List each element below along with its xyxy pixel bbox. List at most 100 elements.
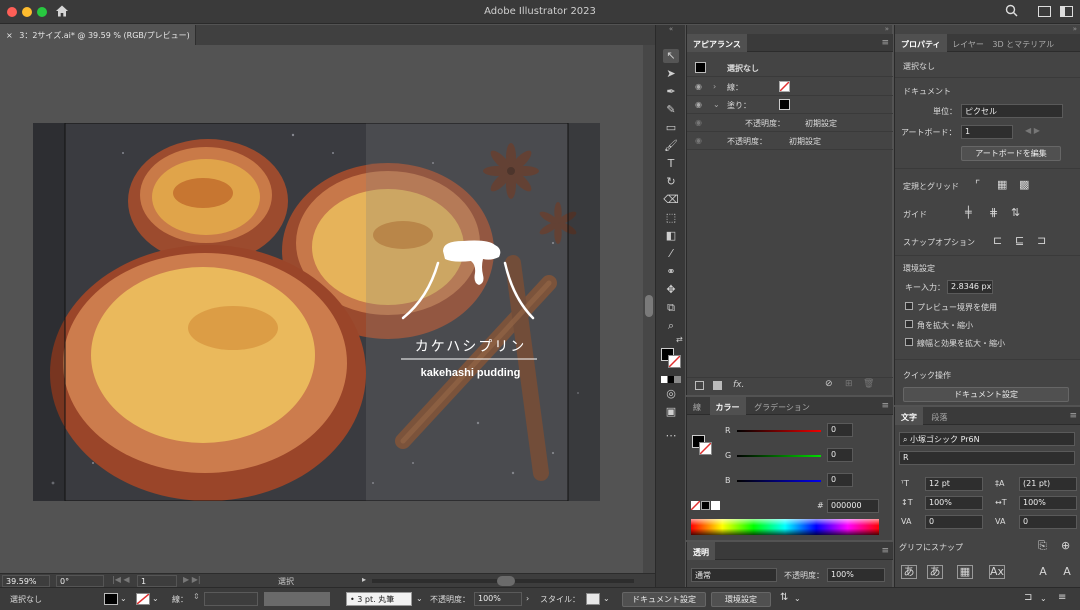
tab-properties[interactable]: プロパティ — [895, 34, 947, 52]
horizontal-scale-input[interactable]: 100% — [1019, 496, 1077, 510]
collapse-arrow-icon[interactable]: ⌄ — [713, 100, 720, 109]
unit-select[interactable]: ピクセル — [961, 104, 1063, 118]
appearance-opacity-row[interactable]: ◉ 不透明度： 初期設定 — [687, 132, 893, 150]
scale-corners-checkbox[interactable] — [905, 320, 913, 328]
scale-strokes-checkbox[interactable] — [905, 338, 913, 346]
g-input[interactable]: 0 — [827, 448, 853, 462]
snap-to-glyph-icon[interactable]: ⊐ — [1037, 234, 1046, 247]
glyph-snap-settings-icon[interactable]: ⎘ — [1038, 539, 1047, 553]
visibility-eye-icon[interactable]: ◉ — [695, 136, 702, 145]
minimize-window-button[interactable] — [22, 7, 32, 17]
tab-transparency[interactable]: 透明 — [687, 542, 715, 560]
expand-arrow-icon[interactable]: › — [713, 82, 716, 91]
type-tool-icon[interactable]: T — [663, 157, 679, 171]
black-swatch[interactable] — [701, 501, 710, 510]
rotate-tool-icon[interactable]: ↻ — [663, 175, 679, 189]
home-icon[interactable] — [55, 4, 69, 18]
appearance-fill-opacity-row[interactable]: ◉ 不透明度： 初期設定 — [687, 114, 893, 132]
color-spectrum[interactable] — [691, 519, 879, 535]
align-to-icon[interactable]: ⇅ — [780, 592, 788, 607]
visibility-eye-icon[interactable]: ◉ — [695, 82, 702, 91]
delete-item-icon[interactable]: 🗑 — [863, 379, 874, 389]
document-tab[interactable]: × 3：2サイズ.ai* @ 39.59 % (RGB/プレビュー) — [0, 25, 196, 45]
vertical-scroll-thumb[interactable] — [645, 295, 653, 317]
fx-icon[interactable]: fx. — [733, 380, 744, 390]
stroke-dropdown-icon[interactable]: ⌄ — [152, 594, 159, 609]
b-slider[interactable] — [737, 480, 821, 482]
g-slider[interactable] — [737, 455, 821, 457]
panel-layout-icon[interactable] — [1060, 6, 1073, 17]
font-size-input[interactable]: 12 pt — [925, 477, 983, 491]
key-input-field[interactable]: 2.8346 px — [947, 280, 993, 294]
snap-anchor-icon[interactable]: A — [1059, 565, 1075, 578]
snap-proximity-icon[interactable]: Ax — [989, 565, 1005, 579]
control-opacity-input[interactable]: 100% — [474, 592, 522, 606]
stroke-weight-stepper-icon[interactable]: ⇕ — [193, 592, 200, 607]
curvature-tool-icon[interactable]: ✎ — [663, 103, 679, 117]
tracking-input[interactable]: 0 — [1019, 515, 1077, 529]
r-slider[interactable] — [737, 430, 821, 432]
eraser-tool-icon[interactable]: ⌫ — [663, 193, 679, 207]
panel-menu-icon[interactable]: ≡ — [881, 546, 889, 556]
search-icon[interactable] — [1004, 4, 1018, 20]
tab-stroke[interactable]: 線 — [687, 397, 707, 415]
direct-selection-tool-icon[interactable]: ➤ — [663, 67, 679, 81]
snap-to-point-icon[interactable]: ⊏ — [993, 234, 1002, 247]
none-swatch[interactable] — [690, 500, 701, 511]
add-stroke-icon[interactable] — [695, 381, 704, 390]
status-menu-arrow-icon[interactable]: ▸ — [362, 575, 366, 584]
align-dropdown-icon[interactable]: ⌄ — [794, 594, 801, 609]
free-transform-tool-icon[interactable]: ⬚ — [663, 211, 679, 225]
fill-dropdown-icon[interactable]: ⌄ — [120, 594, 127, 609]
draw-mode-icon[interactable]: ◎ — [663, 387, 679, 401]
artboard-nav-icon[interactable]: ◀ ▶ — [1025, 126, 1040, 135]
canvas-area[interactable]: カケハシプリン kakehashi pudding — [0, 45, 643, 573]
snap-baseline-icon[interactable]: あ — [901, 565, 917, 579]
vertical-scrollbar[interactable] — [643, 45, 655, 573]
more-tools-icon[interactable]: ⋯ — [663, 429, 679, 443]
stroke-none-swatch[interactable] — [779, 81, 790, 92]
blend-tool-icon[interactable]: ⚭ — [663, 265, 679, 279]
snap-glyph-bounds-icon[interactable]: ▦ — [957, 565, 973, 579]
snap-dropdown-icon[interactable]: ⌄ — [1040, 594, 1047, 609]
stroke-swatch[interactable] — [668, 355, 681, 368]
panel-menu-icon[interactable]: ≡ — [881, 401, 889, 411]
graphic-style-swatch[interactable] — [586, 593, 600, 605]
variable-width-profile[interactable] — [264, 592, 330, 606]
artboard-number-select[interactable]: 1 — [137, 575, 177, 587]
b-input[interactable]: 0 — [827, 473, 853, 487]
control-document-setup-button[interactable]: ドキュメント設定 — [622, 592, 706, 607]
symbol-sprayer-tool-icon[interactable]: ✥ — [663, 283, 679, 297]
kerning-input[interactable]: 0 — [925, 515, 983, 529]
artboard-tool-icon[interactable]: ⧉ — [663, 301, 679, 315]
workspace-layout-icon[interactable] — [1038, 6, 1051, 17]
control-menu-icon[interactable]: ≡ — [1058, 592, 1066, 607]
appearance-fill-row[interactable]: ◉ ⌄ 塗り： — [687, 96, 893, 114]
color-stroke-swatch[interactable] — [699, 442, 712, 455]
tab-3d-materials[interactable]: 3D とマテリアル — [989, 34, 1057, 52]
show-guides-icon[interactable]: ╪ — [965, 206, 972, 219]
document-setup-button[interactable]: ドキュメント設定 — [903, 387, 1069, 402]
visibility-eye-icon[interactable]: ◉ — [695, 100, 702, 109]
artwork-title-jp[interactable]: カケハシプリン — [403, 336, 538, 356]
stroke-weight-input[interactable] — [204, 592, 258, 606]
fill-opacity-value[interactable]: 初期設定 — [805, 118, 837, 129]
smart-guides-icon[interactable]: ⇅ — [1011, 206, 1020, 219]
vertical-scale-input[interactable]: 100% — [925, 496, 983, 510]
tab-color[interactable]: カラー — [709, 397, 746, 415]
control-stroke-swatch[interactable] — [136, 593, 150, 605]
fill-black-swatch[interactable] — [779, 99, 790, 110]
style-dropdown-icon[interactable]: ⌄ — [603, 594, 610, 609]
artboard-select[interactable]: 1 — [961, 125, 1013, 139]
screen-mode-icon[interactable]: ▣ — [663, 405, 679, 419]
brush-definition-select[interactable]: • 3 pt. 丸筆 — [346, 592, 412, 606]
snap-x-height-icon[interactable]: あ — [927, 565, 943, 579]
snap-point-control-icon[interactable]: ⊐ — [1024, 592, 1032, 607]
font-family-select[interactable]: ⌕ 小塚ゴシック Pr6N — [899, 432, 1075, 446]
color-mode-icon[interactable] — [661, 376, 681, 383]
edit-artboard-button[interactable]: アートボードを編集 — [961, 146, 1061, 161]
tab-character[interactable]: 文字 — [895, 407, 923, 425]
blend-mode-select[interactable]: 通常 — [691, 568, 777, 582]
transparency-grid-icon[interactable]: ▩ — [1019, 178, 1029, 191]
selection-tool-icon[interactable]: ↖ — [663, 49, 679, 63]
